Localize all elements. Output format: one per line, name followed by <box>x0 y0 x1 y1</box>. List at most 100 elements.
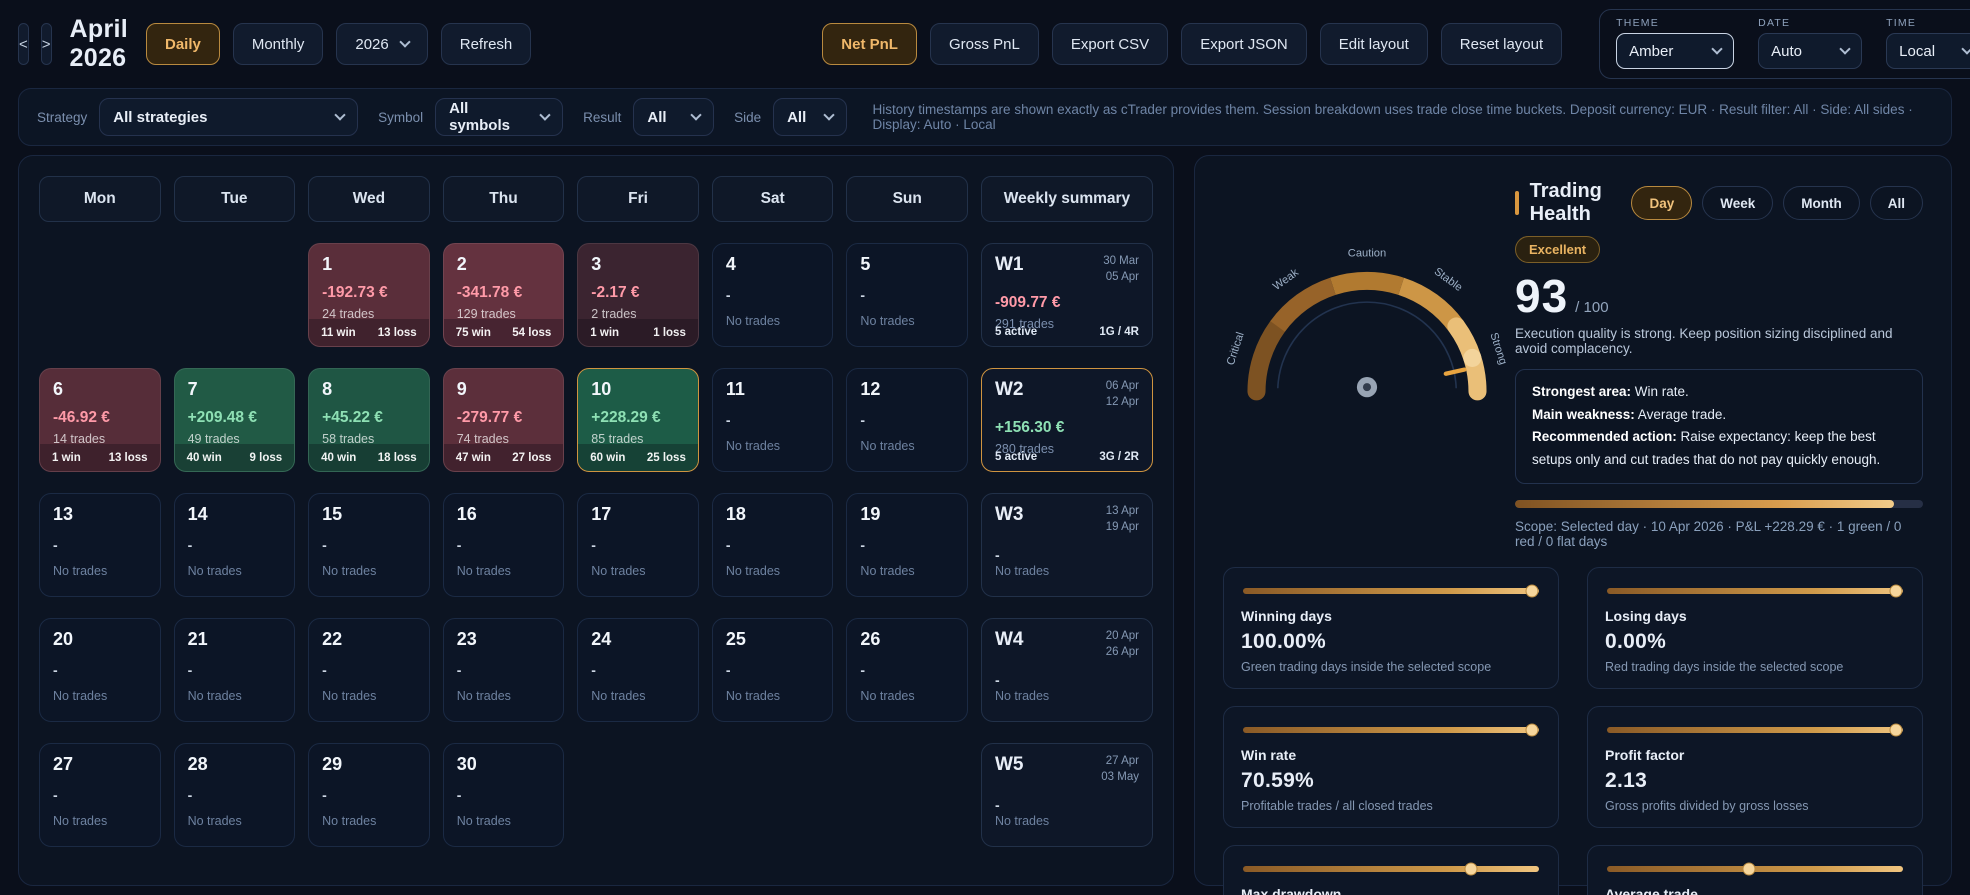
day-cell-12[interactable]: 12 - No trades <box>846 368 968 472</box>
year-select[interactable]: 2026 <box>336 23 428 65</box>
metric-slider-handle[interactable] <box>1464 862 1478 876</box>
metric-slider[interactable] <box>1607 723 1903 737</box>
tab-month[interactable]: Month <box>1783 186 1860 220</box>
tab-day[interactable]: Day <box>1631 186 1693 220</box>
week-code: W1 <box>994 254 1024 275</box>
export-json-button[interactable]: Export JSON <box>1181 23 1307 65</box>
day-cell-17[interactable]: 17 - No trades <box>577 493 699 597</box>
day-cell-16[interactable]: 16 - No trades <box>442 493 565 597</box>
day-cell-6[interactable]: 6 -46.92 €14 trades 1 win 13 loss <box>39 368 161 472</box>
day-cell-11[interactable]: 11 - No trades <box>711 368 834 472</box>
loss-count: 13 loss <box>108 451 148 464</box>
week-summary-w4[interactable]: W4 20 Apr 26 Apr - No trades <box>980 618 1153 722</box>
week-range-date: 13 Apr <box>1105 505 1139 517</box>
gross-pnl-button[interactable]: Gross PnL <box>929 23 1039 65</box>
strategy-filter-select[interactable]: All strategies <box>99 98 359 136</box>
health-title-row: Trading Health Day Week Month All <box>1515 180 1923 226</box>
net-pnl-button[interactable]: Net PnL <box>822 23 917 65</box>
prev-month-button[interactable]: < <box>18 23 29 65</box>
health-insight-box: Strongest area: Win rate. Main weakness: … <box>1515 369 1923 484</box>
day-cell-7[interactable]: 7 +209.48 €49 trades 40 win 9 loss <box>173 368 296 472</box>
health-score-max: / 100 <box>1575 299 1609 316</box>
metric-slider[interactable] <box>1243 584 1539 598</box>
day-cell-30[interactable]: 30 - No trades <box>442 743 565 847</box>
day-header-fri: Fri <box>577 176 699 222</box>
daily-view-button[interactable]: Daily <box>145 23 220 65</box>
chevron-down-icon <box>399 36 411 48</box>
day-cell-10[interactable]: 10 +228.29 €85 trades 60 win 25 loss <box>577 368 699 472</box>
health-status-badge: Excellent <box>1515 236 1601 263</box>
symbol-filter-select[interactable]: All symbols <box>435 98 564 136</box>
metric-slider-handle[interactable] <box>1889 584 1903 598</box>
metric-slider-handle[interactable] <box>1889 723 1903 737</box>
metric-slider[interactable] <box>1607 862 1903 876</box>
week-pnl-dash: - <box>994 547 1000 564</box>
day-cell-25[interactable]: 25 - No trades <box>711 618 834 722</box>
day-cell-13[interactable]: 13 - No trades <box>39 493 161 597</box>
week-summary-w2[interactable]: W2 06 Apr 12 Apr +156.30 €280 trades 5 activ… <box>980 368 1153 472</box>
week-summary-w3[interactable]: W3 13 Apr 19 Apr - No trades <box>980 493 1153 597</box>
export-csv-button[interactable]: Export CSV <box>1051 23 1169 65</box>
tab-week[interactable]: Week <box>1702 186 1774 220</box>
theme-select[interactable]: Amber <box>1616 33 1735 69</box>
day-cell-5[interactable]: 5 - No trades <box>846 243 968 347</box>
day-cell-4[interactable]: 4 - No trades <box>711 243 834 347</box>
metric-slider[interactable] <box>1607 584 1903 598</box>
week-summary-w5[interactable]: W5 27 Apr 03 May - No trades <box>980 743 1153 847</box>
week-summary-w1[interactable]: W1 30 Mar 05 Apr -909.77 €291 trades 5 activ… <box>980 243 1153 347</box>
metric-slider[interactable] <box>1243 862 1539 876</box>
metric-slider-handle[interactable] <box>1525 723 1539 737</box>
side-filter-select[interactable]: All <box>773 98 847 136</box>
day-pnl-dash: - <box>456 537 462 553</box>
day-cell-29[interactable]: 29 - No trades <box>308 743 430 847</box>
next-month-button[interactable]: > <box>40 23 52 65</box>
result-filter-select[interactable]: All <box>633 98 715 136</box>
day-cell-15[interactable]: 15 - No trades <box>308 493 430 597</box>
no-trades-label: No trades <box>725 439 781 453</box>
date-select-value: Auto <box>1771 42 1803 60</box>
tab-all[interactable]: All <box>1869 186 1923 220</box>
day-cell-23[interactable]: 23 - No trades <box>442 618 565 722</box>
monthly-view-button[interactable]: Monthly <box>232 23 324 65</box>
date-select[interactable]: Auto <box>1758 33 1863 69</box>
time-select[interactable]: Local <box>1886 33 1970 69</box>
day-number: 11 <box>725 379 745 399</box>
chevron-down-icon <box>1711 43 1723 55</box>
metric-slider-handle[interactable] <box>1525 584 1539 598</box>
day-cell-27[interactable]: 27 - No trades <box>39 743 161 847</box>
metric-slider[interactable] <box>1243 723 1539 737</box>
date-label: DATE <box>1758 17 1791 29</box>
gauge-label-strong: Strong <box>1487 331 1509 366</box>
health-content: Trading Health Day Week Month All Excellent… <box>1515 180 1923 549</box>
day-cell-3[interactable]: 3 -2.17 €2 trades 1 win 1 loss <box>577 243 699 347</box>
day-cell-24[interactable]: 24 - No trades <box>577 618 699 722</box>
day-cell-2[interactable]: 2 -341.78 €129 trades 75 win 54 loss <box>442 243 565 347</box>
week-code: W2 <box>994 379 1024 400</box>
day-cell-9[interactable]: 9 -279.77 €74 trades 47 win 27 loss <box>442 368 565 472</box>
refresh-button[interactable]: Refresh <box>440 23 532 65</box>
day-cell-8[interactable]: 8 +45.22 €58 trades 40 win 18 loss <box>308 368 430 472</box>
day-cell-1[interactable]: 1 -192.73 €24 trades 11 win 13 loss <box>308 243 430 347</box>
day-pnl: -46.92 € <box>53 409 110 426</box>
metric-description: Red trading days inside the selected sco… <box>1605 659 1844 674</box>
day-cell-14[interactable]: 14 - No trades <box>173 493 296 597</box>
day-number: 29 <box>322 754 343 774</box>
reset-layout-button[interactable]: Reset layout <box>1440 23 1563 65</box>
day-number: 10 <box>591 379 612 399</box>
edit-layout-button[interactable]: Edit layout <box>1319 23 1428 65</box>
day-cell-20[interactable]: 20 - No trades <box>39 618 161 722</box>
day-cell-28[interactable]: 28 - No trades <box>173 743 296 847</box>
metric-slider-handle[interactable] <box>1742 862 1756 876</box>
metric-card-winning-days: Winning days 100.00% Green trading days in… <box>1223 566 1559 689</box>
day-pnl-dash: - <box>53 662 58 678</box>
day-cell-18[interactable]: 18 - No trades <box>711 493 834 597</box>
no-trades-label: No trades <box>591 564 646 578</box>
day-cell-21[interactable]: 21 - No trades <box>173 618 296 722</box>
no-trades-label: No trades <box>456 689 511 703</box>
metric-description: Profitable trades / all closed trades <box>1241 798 1433 813</box>
day-cell-22[interactable]: 22 - No trades <box>308 618 430 722</box>
day-cell-19[interactable]: 19 - No trades <box>846 493 968 597</box>
day-cell-26[interactable]: 26 - No trades <box>846 618 968 722</box>
metric-card-win-rate: Win rate 70.59% Profitable trades / all cl… <box>1223 705 1559 828</box>
win-count: 1 win <box>590 326 620 339</box>
